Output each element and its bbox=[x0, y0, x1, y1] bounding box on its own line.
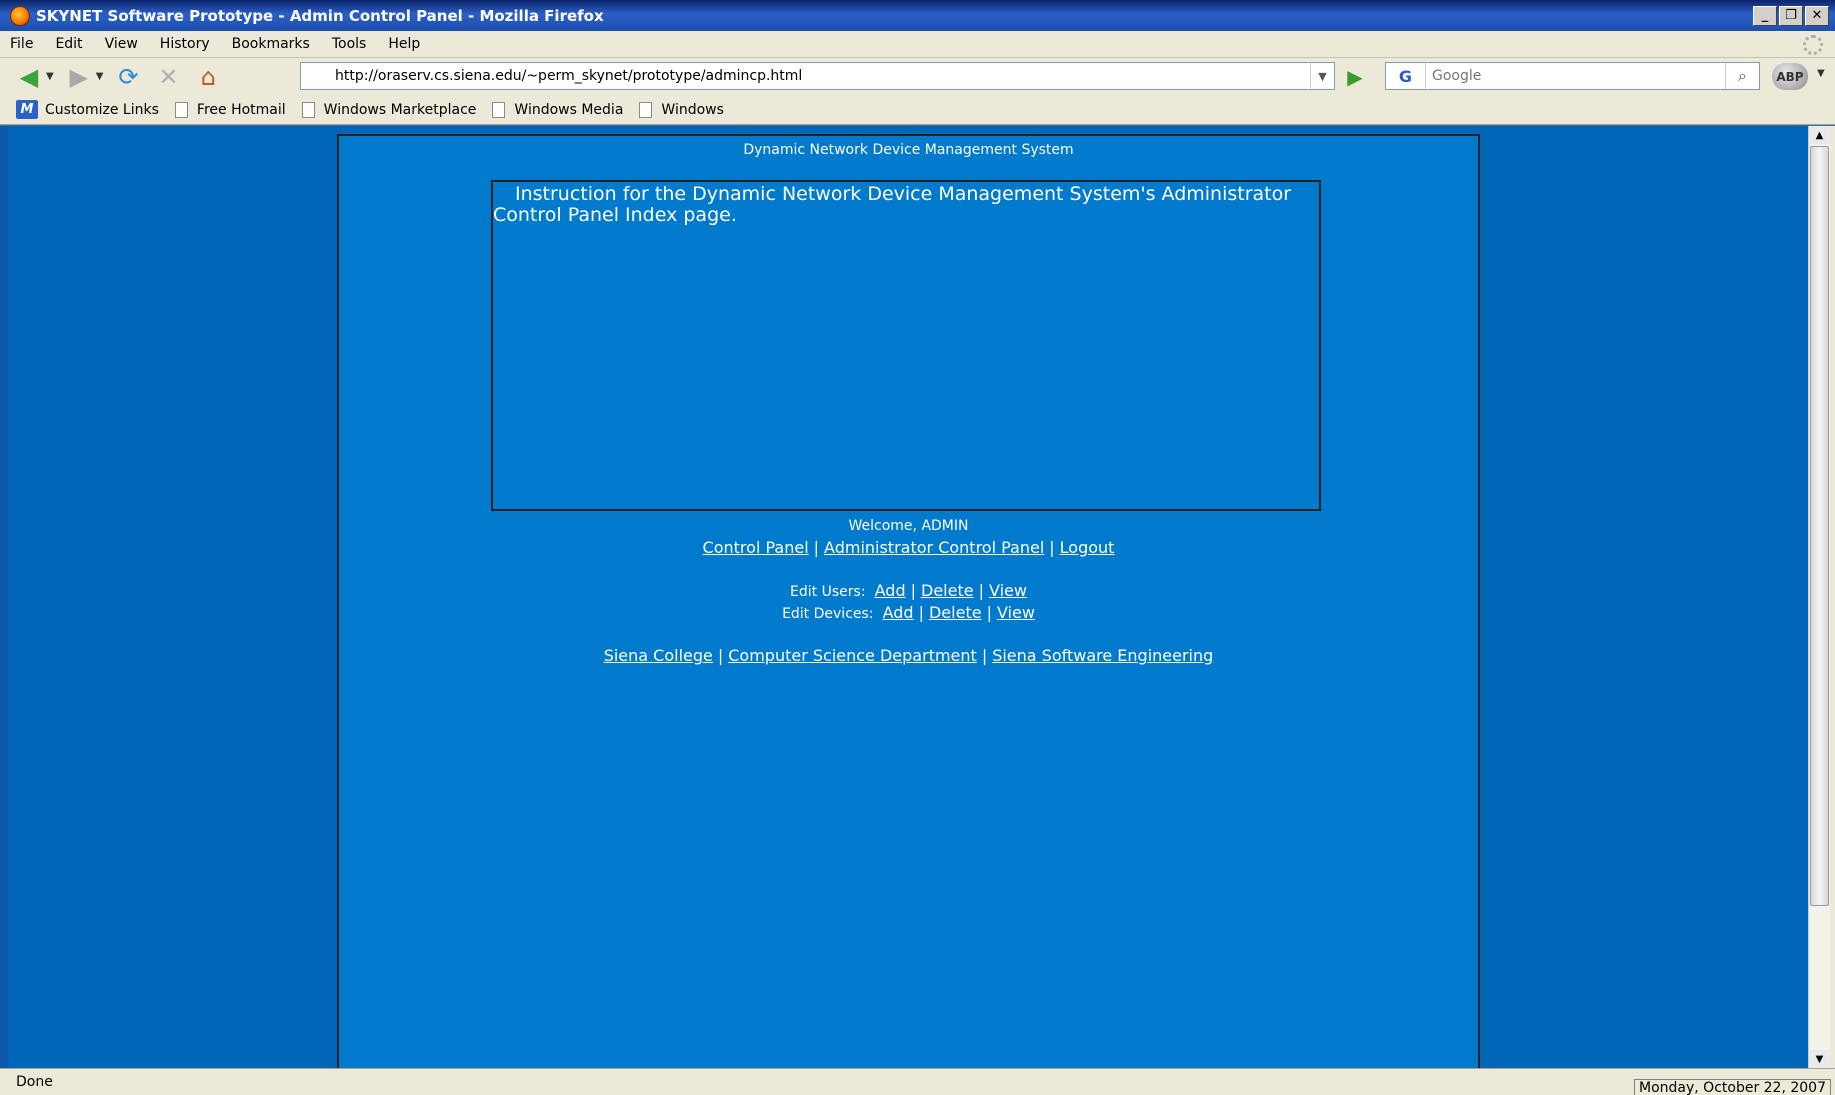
stop-icon: ✕ bbox=[158, 62, 179, 91]
bookmark-label: Customize Links bbox=[45, 101, 159, 118]
search-bar: G ⌕ bbox=[1385, 62, 1760, 90]
menu-view[interactable]: View bbox=[105, 36, 138, 52]
home-button[interactable]: ⌂ bbox=[191, 62, 225, 92]
add-device-link[interactable]: Add bbox=[883, 603, 914, 622]
separator: | bbox=[986, 603, 992, 622]
scrollbar-thumb[interactable] bbox=[1810, 146, 1829, 906]
window-title-bar: SKYNET Software Prototype - Admin Contro… bbox=[0, 0, 1835, 31]
view-users-link[interactable]: View bbox=[989, 581, 1027, 600]
edit-devices-label: Edit Devices: bbox=[782, 606, 874, 622]
edit-users-row: Edit Users: Add | Delete | View bbox=[339, 581, 1478, 600]
menu-bookmarks[interactable]: Bookmarks bbox=[232, 36, 310, 52]
home-icon: ⌂ bbox=[200, 62, 217, 91]
add-user-link[interactable]: Add bbox=[875, 581, 906, 600]
menu-bar: File Edit View History Bookmarks Tools H… bbox=[0, 31, 1835, 58]
back-arrow-icon: ◀ bbox=[19, 62, 39, 91]
separator: | bbox=[978, 581, 984, 600]
separator: | bbox=[717, 646, 724, 665]
bookmark-windows-marketplace[interactable]: Windows Marketplace bbox=[301, 101, 477, 118]
window-right-edge bbox=[1830, 126, 1835, 1068]
instructions-box: Instruction for the Dynamic Network Devi… bbox=[491, 180, 1321, 511]
page-viewport: Dynamic Network Device Management System… bbox=[8, 126, 1808, 1068]
system-title: Dynamic Network Device Management System bbox=[743, 142, 1074, 158]
menu-history[interactable]: History bbox=[160, 36, 210, 52]
menu-help[interactable]: Help bbox=[388, 36, 420, 52]
bookmark-label: Windows Marketplace bbox=[323, 101, 477, 118]
siena-college-link[interactable]: Siena College bbox=[604, 646, 713, 665]
scroll-up-icon[interactable]: ▲ bbox=[1809, 126, 1830, 144]
control-panel-link[interactable]: Control Panel bbox=[703, 538, 809, 557]
logout-link[interactable]: Logout bbox=[1060, 538, 1115, 557]
adblock-dropdown-icon[interactable]: ▼ bbox=[1817, 68, 1825, 79]
siena-software-engineering-link[interactable]: Siena Software Engineering bbox=[992, 646, 1213, 665]
edit-devices-row: Edit Devices: Add | Delete | View bbox=[339, 603, 1478, 622]
separator: | bbox=[910, 581, 916, 600]
forward-history-dropdown-icon[interactable]: ▼ bbox=[96, 71, 104, 82]
close-button[interactable]: ✕ bbox=[1805, 5, 1829, 26]
separator: | bbox=[981, 646, 988, 665]
go-button[interactable]: ▶ bbox=[1340, 64, 1370, 90]
reload-icon: ⟳ bbox=[118, 62, 139, 91]
url-text[interactable]: http://oraserv.cs.siena.edu/~perm_skynet… bbox=[335, 68, 802, 84]
page-icon bbox=[301, 101, 315, 118]
bookmark-label: Free Hotmail bbox=[196, 101, 286, 118]
msn-icon: M bbox=[16, 100, 38, 119]
search-input[interactable] bbox=[1426, 68, 1725, 84]
bookmark-label: Windows bbox=[661, 101, 724, 118]
reload-button[interactable]: ⟳ bbox=[111, 62, 145, 92]
menu-tools[interactable]: Tools bbox=[332, 36, 367, 52]
edit-users-label: Edit Users: bbox=[790, 584, 866, 600]
throbber-icon bbox=[1803, 35, 1823, 55]
back-button[interactable]: ◀ bbox=[12, 62, 46, 92]
view-devices-link[interactable]: View bbox=[997, 603, 1035, 622]
bookmark-free-hotmail[interactable]: Free Hotmail bbox=[174, 101, 286, 118]
status-date: Monday, October 22, 2007 bbox=[1634, 1079, 1831, 1095]
separator: | bbox=[918, 603, 924, 622]
bookmark-label: Windows Media bbox=[514, 101, 624, 118]
delete-user-link[interactable]: Delete bbox=[921, 581, 974, 600]
search-icon[interactable]: ⌕ bbox=[1725, 63, 1759, 89]
separator: | bbox=[813, 538, 820, 557]
welcome-message: Welcome, ADMIN bbox=[848, 518, 969, 534]
firefox-icon bbox=[10, 5, 30, 26]
status-bar: Done Monday, October 22, 2007 bbox=[0, 1068, 1835, 1095]
page-icon bbox=[492, 101, 506, 118]
footer-links: Siena College | Computer Science Departmen… bbox=[339, 646, 1478, 665]
google-engine-icon[interactable]: G bbox=[1386, 63, 1426, 89]
bookmark-customize-links[interactable]: M Customize Links bbox=[16, 100, 159, 119]
url-dropdown-icon[interactable]: ▼ bbox=[1310, 63, 1334, 89]
bookmarks-toolbar: M Customize Links Free Hotmail Windows M… bbox=[0, 95, 1835, 125]
admin-panel-page: Dynamic Network Device Management System… bbox=[337, 134, 1480, 1068]
scroll-down-icon[interactable]: ▼ bbox=[1809, 1050, 1830, 1068]
address-bar[interactable]: http://oraserv.cs.siena.edu/~perm_skynet… bbox=[300, 62, 1335, 90]
vertical-scrollbar[interactable]: ▲ ▼ bbox=[1808, 126, 1830, 1068]
bookmark-windows[interactable]: Windows bbox=[639, 101, 724, 118]
go-arrow-icon: ▶ bbox=[1347, 65, 1363, 89]
viewport-left-edge bbox=[0, 126, 8, 1068]
instructions-text: Instruction for the Dynamic Network Devi… bbox=[493, 183, 1292, 226]
page-icon bbox=[174, 101, 188, 118]
navigation-toolbar: ◀ ▼ ▶ ▼ ⟳ ✕ ⌂ http://oraserv.cs.siena.ed… bbox=[0, 58, 1835, 95]
adblock-plus-button[interactable]: ABP bbox=[1772, 63, 1808, 90]
restore-button[interactable]: ❐ bbox=[1779, 5, 1803, 26]
menu-file[interactable]: File bbox=[10, 36, 33, 52]
admin-control-panel-link[interactable]: Administrator Control Panel bbox=[824, 538, 1044, 557]
menu-edit[interactable]: Edit bbox=[55, 36, 82, 52]
status-text: Done bbox=[16, 1074, 53, 1090]
back-history-dropdown-icon[interactable]: ▼ bbox=[46, 71, 54, 82]
stop-button[interactable]: ✕ bbox=[151, 62, 185, 92]
separator: | bbox=[1049, 538, 1055, 557]
main-nav-links: Control Panel | Administrator Control Pane… bbox=[339, 538, 1478, 557]
minimize-button[interactable]: _ bbox=[1753, 5, 1777, 26]
forward-button[interactable]: ▶ bbox=[62, 62, 96, 92]
cs-department-link[interactable]: Computer Science Department bbox=[728, 646, 977, 665]
bookmark-windows-media[interactable]: Windows Media bbox=[492, 101, 624, 118]
window-title: SKYNET Software Prototype - Admin Contro… bbox=[36, 6, 604, 25]
page-icon bbox=[639, 101, 653, 118]
delete-device-link[interactable]: Delete bbox=[929, 603, 982, 622]
forward-arrow-icon: ▶ bbox=[69, 62, 88, 91]
